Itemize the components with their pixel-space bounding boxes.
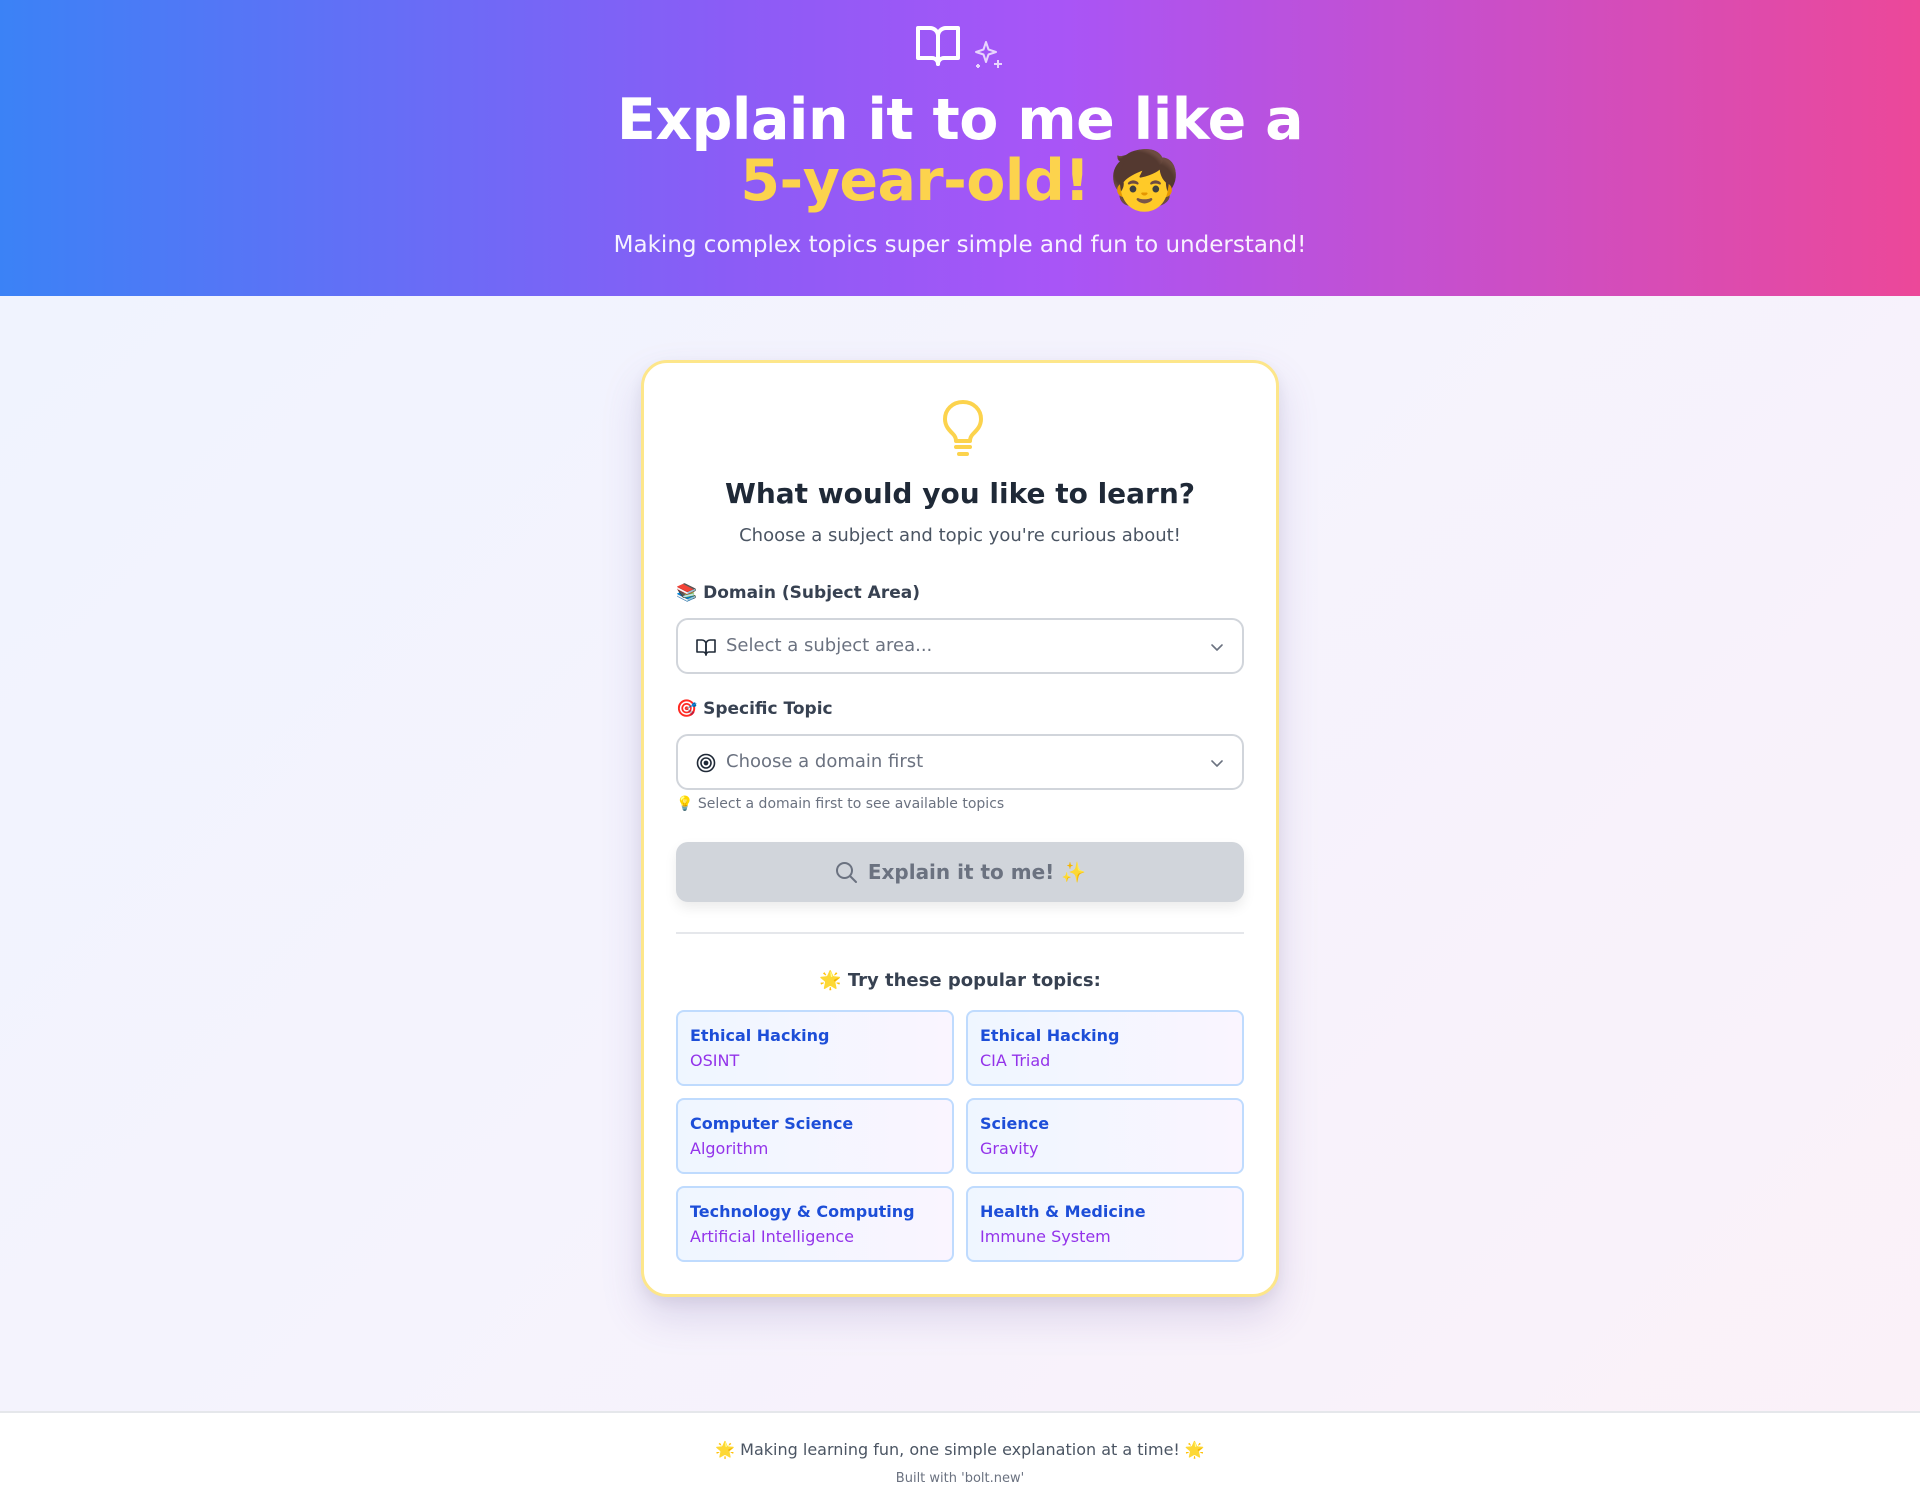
learn-card: What would you like to learn? Choose a s… bbox=[641, 360, 1279, 1297]
explain-button-label: Explain it to me! ✨ bbox=[867, 860, 1087, 884]
card-title: What would you like to learn? bbox=[724, 477, 1196, 510]
search-icon bbox=[835, 861, 857, 883]
topic-placeholder: Choose a domain first bbox=[726, 751, 924, 772]
popular-topics-title: 🌟 Try these popular topics: bbox=[819, 970, 1101, 991]
popular-topic-card[interactable]: Science Gravity bbox=[966, 1098, 1244, 1174]
target-icon bbox=[696, 753, 716, 773]
topic-name: Immune System bbox=[980, 1227, 1111, 1246]
chevron-down-icon bbox=[1211, 760, 1223, 767]
topic-domain: Technology & Computing bbox=[690, 1202, 915, 1221]
lightbulb-icon bbox=[943, 400, 983, 456]
popular-topic-card[interactable]: Ethical Hacking CIA Triad bbox=[966, 1010, 1244, 1086]
page-title: Explain it to me like a 5-year-old! 🧒 bbox=[0, 90, 1920, 212]
built-with-credit: Built with 'bolt.new' bbox=[895, 1471, 1025, 1486]
domain-label: 📚 Domain (Subject Area) bbox=[676, 583, 920, 603]
child-emoji: 🧒 bbox=[1109, 148, 1180, 214]
book-open-icon bbox=[696, 639, 716, 656]
title-accent: 5-year-old! bbox=[740, 148, 1090, 214]
card-subtitle: Choose a subject and topic you're curiou… bbox=[739, 525, 1181, 546]
topic-name: Algorithm bbox=[690, 1139, 769, 1158]
topic-domain: Ethical Hacking bbox=[690, 1026, 830, 1045]
topic-name: OSINT bbox=[690, 1051, 740, 1070]
topic-hint: 💡 Select a domain first to see available… bbox=[676, 796, 1005, 812]
sparkles-icon bbox=[975, 41, 1002, 68]
domain-placeholder: Select a subject area... bbox=[726, 635, 933, 656]
footer-tagline: 🌟 Making learning fun, one simple explan… bbox=[715, 1440, 1205, 1459]
popular-topic-card[interactable]: Health & Medicine Immune System bbox=[966, 1186, 1244, 1262]
domain-select[interactable]: Select a subject area... bbox=[676, 618, 1244, 674]
topic-name: CIA Triad bbox=[980, 1051, 1051, 1070]
topic-name: Gravity bbox=[980, 1139, 1039, 1158]
topic-domain: Health & Medicine bbox=[980, 1202, 1146, 1221]
topic-domain: Science bbox=[980, 1114, 1050, 1133]
popular-topic-card[interactable]: Ethical Hacking OSINT bbox=[676, 1010, 954, 1086]
topic-domain: Computer Science bbox=[690, 1114, 854, 1133]
topic-label: 🎯 Specific Topic bbox=[676, 699, 833, 719]
title-line1: Explain it to me like a bbox=[616, 87, 1304, 153]
chevron-down-icon bbox=[1211, 644, 1223, 651]
hero-banner: Explain it to me like a 5-year-old! 🧒 Ma… bbox=[0, 0, 1920, 296]
divider bbox=[676, 932, 1244, 934]
explain-button[interactable]: Explain it to me! ✨ bbox=[676, 842, 1244, 902]
popular-topic-card[interactable]: Technology & Computing Artificial Intell… bbox=[676, 1186, 954, 1262]
footer: 🌟 Making learning fun, one simple explan… bbox=[0, 1411, 1920, 1512]
topic-select[interactable]: Choose a domain first bbox=[676, 734, 1244, 790]
hero-subtitle: Making complex topics super simple and f… bbox=[613, 232, 1307, 258]
popular-topic-card[interactable]: Computer Science Algorithm bbox=[676, 1098, 954, 1174]
topic-name: Artificial Intelligence bbox=[690, 1227, 854, 1246]
topic-domain: Ethical Hacking bbox=[980, 1026, 1120, 1045]
